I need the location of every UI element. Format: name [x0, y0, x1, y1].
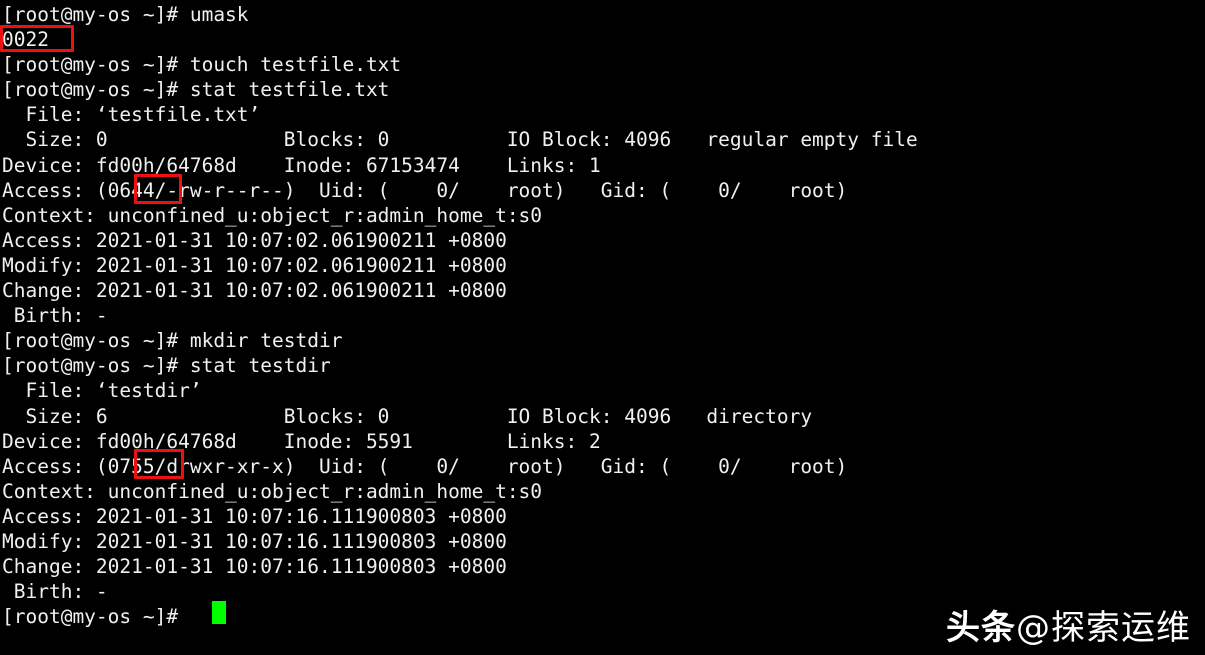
- terminal-line: Access: 2021-01-31 10:07:02.061900211 +0…: [2, 228, 507, 252]
- terminal-line: Access: (0644/-rw-r--r--) Uid: ( 0/ root…: [2, 178, 848, 202]
- terminal-line: Context: unconfined_u:object_r:admin_hom…: [2, 203, 543, 227]
- terminal-line: Device: fd00h/64768d Inode: 67153474 Lin…: [2, 153, 601, 177]
- terminal-line: Change: 2021-01-31 10:07:16.111900803 +0…: [2, 555, 507, 579]
- terminal-line: Access: 2021-01-31 10:07:16.111900803 +0…: [2, 504, 507, 528]
- terminal-line: Access: (0755/drwxr-xr-x) Uid: ( 0/ root…: [2, 454, 848, 478]
- terminal-line: Size: 0 Blocks: 0 IO Block: 4096 regular…: [2, 128, 918, 152]
- terminal-line: 0022: [2, 28, 49, 52]
- terminal-line: [root@my-os ~]# mkdir testdir: [2, 329, 343, 353]
- terminal-output: [root@my-os ~]# umask 0022 [root@my-os ~]#…: [2, 2, 1202, 629]
- terminal-line: [root@my-os ~]# umask: [2, 3, 249, 26]
- terminal-line: File: ‘testfile.txt’: [2, 103, 261, 127]
- terminal-line: Modify: 2021-01-31 10:07:16.111900803 +0…: [2, 529, 507, 553]
- terminal-line: File: ‘testdir’: [2, 379, 202, 403]
- watermark-handle: @探索运维: [1016, 608, 1191, 648]
- terminal-line: Modify: 2021-01-31 10:07:02.061900211 +0…: [2, 253, 507, 277]
- terminal-window[interactable]: [root@my-os ~]# umask 0022 [root@my-os ~]#…: [0, 0, 1205, 655]
- terminal-line: Context: unconfined_u:object_r:admin_hom…: [2, 479, 543, 503]
- terminal-line: Change: 2021-01-31 10:07:02.061900211 +0…: [2, 279, 507, 303]
- terminal-line: [root@my-os ~]# stat testdir: [2, 354, 331, 378]
- watermark-brand: 头条: [946, 608, 1016, 648]
- terminal-line: [root@my-os ~]# stat testfile.txt: [2, 78, 390, 102]
- terminal-line: Size: 6 Blocks: 0 IO Block: 4096 directo…: [2, 404, 813, 428]
- watermark: 头条@探索运维: [946, 600, 1191, 649]
- terminal-line: Birth: -: [2, 304, 108, 328]
- terminal-line: Device: fd00h/64768d Inode: 5591 Links: …: [2, 429, 601, 453]
- terminal-cursor: [212, 601, 226, 624]
- terminal-line: [root@my-os ~]# touch testfile.txt: [2, 53, 402, 77]
